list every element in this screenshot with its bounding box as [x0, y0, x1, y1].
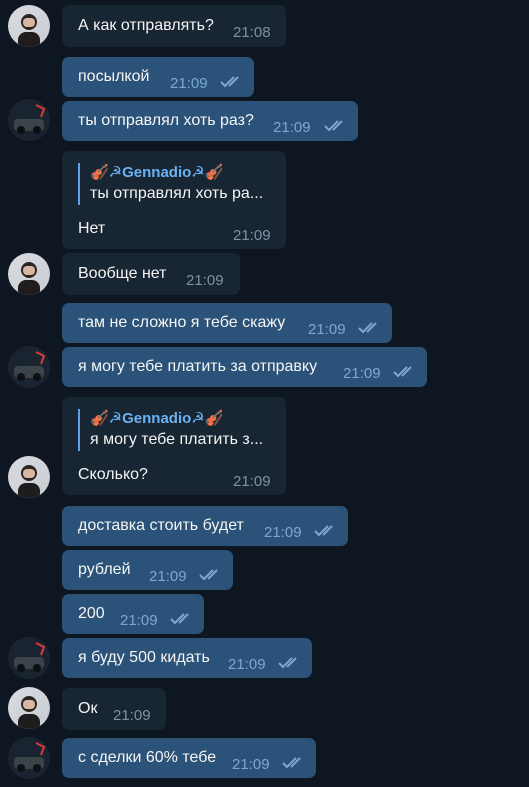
message-time: 21:08	[233, 24, 271, 41]
message-bubble[interactable]: посылкой 21:09	[62, 57, 254, 97]
message-bubble[interactable]: я могу тебе платить за отправку 21:09	[62, 347, 427, 387]
message-time: 21:09	[232, 756, 270, 773]
message-time: 21:09	[170, 75, 208, 92]
message-time: 21:09	[273, 119, 311, 136]
reply-author: 🎻☭Gennadio☭🎻	[90, 164, 224, 181]
double-check-icon	[393, 366, 412, 378]
message-time: 21:09	[113, 707, 151, 724]
message-text: 200	[78, 605, 105, 622]
message-text: ты отправлял хоть раз?	[78, 112, 254, 129]
message-text: Сколько?	[78, 466, 148, 483]
reply-text: ты отправлял хоть ра...	[90, 185, 264, 202]
double-check-icon	[282, 757, 301, 769]
message-bubble[interactable]: Вообще нет 21:09	[62, 253, 240, 295]
message-time: 21:09	[264, 524, 302, 541]
message-bubble[interactable]: доставка стоить будет 21:09	[62, 506, 348, 546]
double-check-icon	[278, 657, 297, 669]
double-check-icon	[199, 569, 218, 581]
user-avatar-icon[interactable]	[8, 687, 50, 729]
message-time: 21:09	[149, 568, 187, 585]
message-text: Вообще нет	[78, 265, 167, 282]
reply-quote[interactable]: 🎻☭Gennadio☭🎻 я могу тебе платить з...	[78, 409, 263, 451]
message-text: с сделки 60% тебе	[78, 749, 217, 766]
message-bubble[interactable]: рублей 21:09	[62, 550, 233, 590]
message-text: А как отправлять?	[78, 17, 214, 34]
message-bubble[interactable]: А как отправлять? 21:08	[62, 5, 286, 47]
message-text: Нет	[78, 220, 106, 237]
contact-avatar-icon[interactable]	[8, 737, 50, 779]
message-time: 21:09	[120, 612, 158, 629]
message-bubble[interactable]: 🎻☭Gennadio☭🎻 я могу тебе платить з... Ск…	[62, 397, 286, 495]
message-bubble[interactable]: там не сложно я тебе скажу 21:09	[62, 303, 392, 343]
message-text: я буду 500 кидать	[78, 649, 210, 666]
message-time: 21:09	[186, 272, 224, 289]
message-text: посылкой	[78, 68, 150, 85]
message-bubble[interactable]: ты отправлял хоть раз? 21:09	[62, 101, 358, 141]
contact-avatar-icon[interactable]	[8, 346, 50, 388]
message-time: 21:09	[233, 227, 271, 244]
message-bubble[interactable]: 🎻☭Gennadio☭🎻 ты отправлял хоть ра... Нет…	[62, 151, 286, 249]
user-avatar-icon[interactable]	[8, 456, 50, 498]
message-text: я могу тебе платить за отправку	[78, 358, 318, 375]
reply-text: я могу тебе платить з...	[90, 431, 264, 448]
message-text: доставка стоить будет	[78, 517, 244, 534]
message-time: 21:09	[343, 365, 381, 382]
reply-quote[interactable]: 🎻☭Gennadio☭🎻 ты отправлял хоть ра...	[78, 163, 263, 205]
message-time: 21:09	[308, 321, 346, 338]
message-time: 21:09	[228, 656, 266, 673]
contact-avatar-icon[interactable]	[8, 99, 50, 141]
double-check-icon	[170, 613, 189, 625]
double-check-icon	[314, 525, 333, 537]
user-avatar-icon[interactable]	[8, 5, 50, 47]
message-time: 21:09	[233, 473, 271, 490]
message-bubble[interactable]: я буду 500 кидать 21:09	[62, 638, 312, 678]
user-avatar-icon[interactable]	[8, 253, 50, 295]
reply-author: 🎻☭Gennadio☭🎻	[90, 410, 224, 427]
message-bubble[interactable]: с сделки 60% тебе 21:09	[62, 738, 316, 778]
double-check-icon	[220, 76, 239, 88]
message-bubble[interactable]: 200 21:09	[62, 594, 204, 634]
message-text: там не сложно я тебе скажу	[78, 314, 286, 331]
contact-avatar-icon[interactable]	[8, 637, 50, 679]
double-check-icon	[358, 322, 377, 334]
message-text: Ок	[78, 700, 98, 717]
message-bubble[interactable]: Ок 21:09	[62, 688, 166, 730]
message-text: рублей	[78, 561, 131, 578]
double-check-icon	[324, 120, 343, 132]
